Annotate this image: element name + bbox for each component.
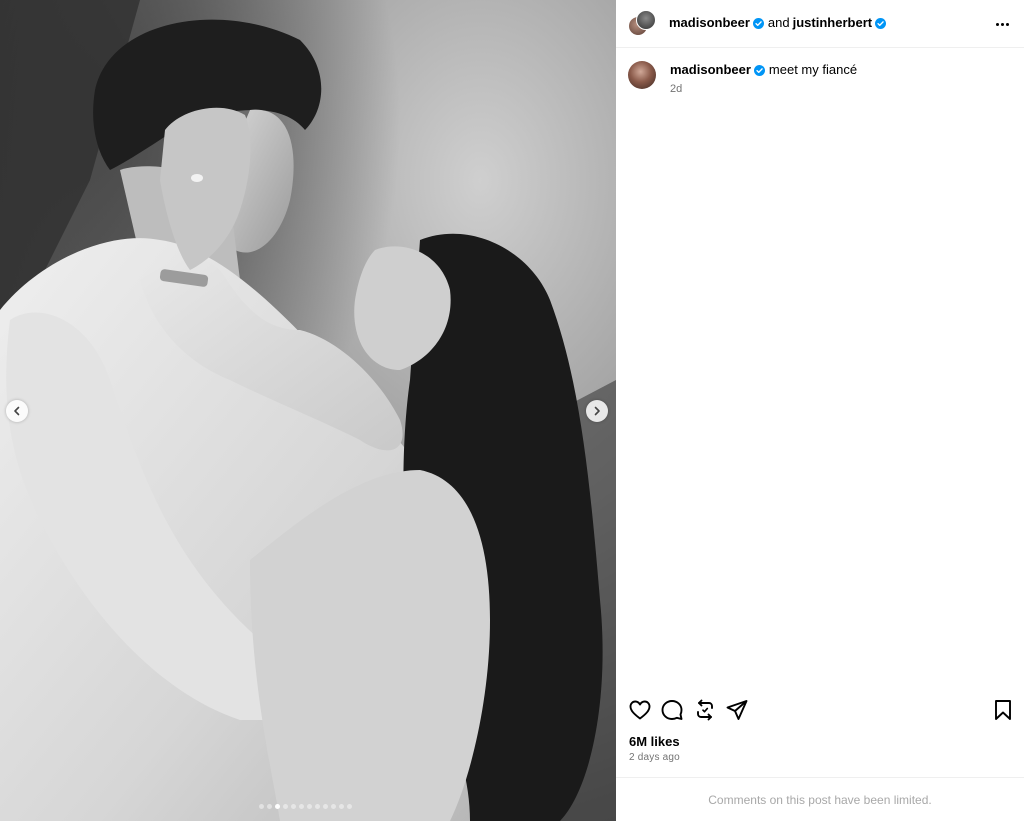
post-details-panel: madisonbeer and justinherbert madisonbee…	[616, 0, 1024, 821]
carousel-dot	[267, 804, 272, 809]
more-options-icon[interactable]	[992, 14, 1012, 34]
carousel-dot	[315, 804, 320, 809]
carousel-prev-button[interactable]	[6, 400, 28, 422]
post-media[interactable]	[0, 0, 616, 821]
carousel-dot	[259, 804, 264, 809]
avatar	[636, 10, 656, 30]
comment-icon	[661, 700, 683, 720]
caption-timestamp[interactable]: 2d	[670, 83, 682, 95]
post-header: madisonbeer and justinherbert	[616, 0, 1024, 48]
carousel-dot	[331, 804, 336, 809]
post-timestamp[interactable]: 2 days ago	[629, 752, 680, 763]
caption-username[interactable]: madisonbeer	[670, 62, 751, 78]
share-button[interactable]	[725, 698, 749, 722]
bookmark-icon	[995, 700, 1011, 720]
verified-badge-icon	[875, 17, 887, 29]
post-photo	[0, 0, 616, 821]
repost-icon	[697, 699, 713, 721]
collaborator-username[interactable]: justinherbert	[793, 15, 872, 31]
verified-badge-icon	[752, 17, 764, 29]
carousel-dot	[283, 804, 288, 809]
repost-button[interactable]	[693, 698, 717, 722]
carousel-indicator	[259, 804, 352, 809]
carousel-dot	[275, 804, 280, 809]
carousel-dot	[299, 804, 304, 809]
comments-limited-notice: Comments on this post have been limited.	[616, 777, 1024, 821]
share-icon	[726, 700, 748, 720]
caption-text: meet my fiancé	[768, 62, 858, 77]
author-username[interactable]: madisonbeer	[669, 15, 750, 31]
carousel-next-button[interactable]	[586, 400, 608, 422]
carousel-dot	[291, 804, 296, 809]
likes-count[interactable]: 6M likes	[629, 734, 680, 749]
verified-badge-icon	[753, 64, 765, 76]
conjunction-text: and	[767, 15, 790, 30]
heart-icon	[629, 700, 651, 720]
avatar[interactable]	[628, 61, 656, 89]
like-button[interactable]	[628, 698, 652, 722]
post-actions	[616, 698, 1024, 724]
collab-avatars[interactable]	[628, 10, 656, 38]
chevron-left-icon	[14, 406, 20, 416]
carousel-dot	[339, 804, 344, 809]
comment-button[interactable]	[660, 698, 684, 722]
carousel-dot	[323, 804, 328, 809]
save-button[interactable]	[991, 698, 1015, 722]
carousel-dot	[307, 804, 312, 809]
post-authors: madisonbeer and justinherbert	[669, 15, 890, 31]
chevron-right-icon	[594, 406, 600, 416]
carousel-dot	[347, 804, 352, 809]
